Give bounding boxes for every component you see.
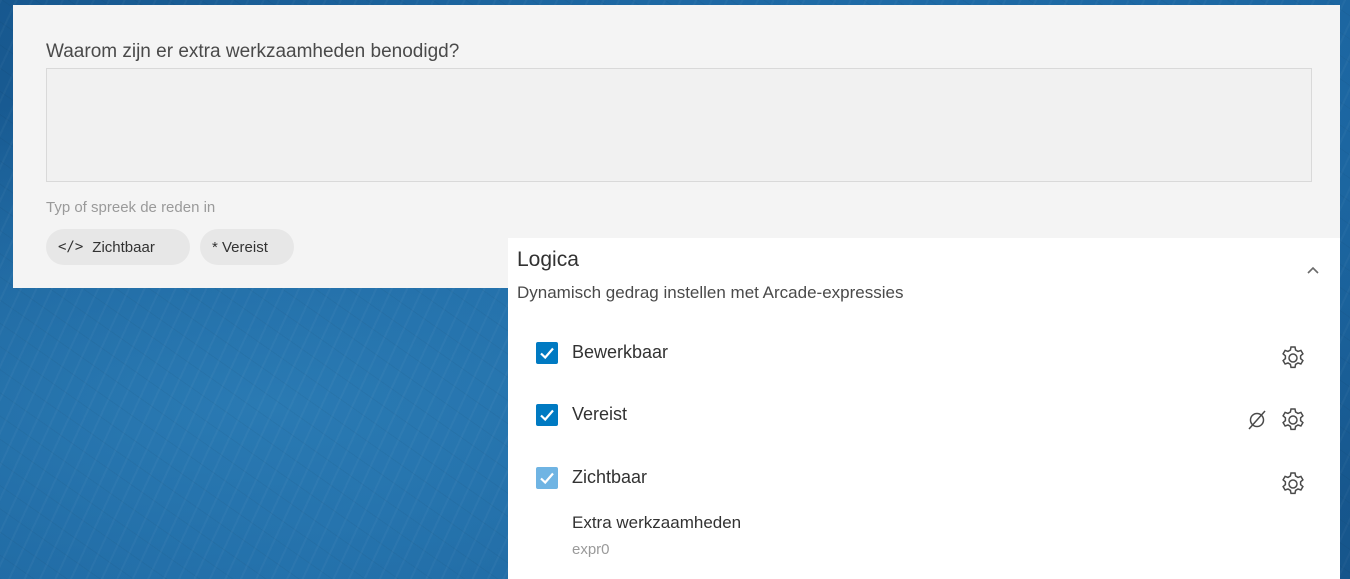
expression-name[interactable]: Extra werkzaamheden bbox=[572, 513, 741, 533]
required-chip[interactable]: * Vereist bbox=[200, 229, 294, 265]
gear-icon[interactable] bbox=[1280, 471, 1306, 497]
gear-icon[interactable] bbox=[1280, 345, 1306, 371]
editable-checkbox[interactable] bbox=[536, 342, 558, 364]
no-symbol-icon[interactable] bbox=[1246, 409, 1268, 431]
question-textarea[interactable] bbox=[46, 68, 1312, 182]
visible-checkbox[interactable] bbox=[536, 467, 558, 489]
gear-icon[interactable] bbox=[1280, 407, 1306, 433]
code-icon: </> bbox=[58, 239, 84, 255]
expression-id: expr0 bbox=[572, 541, 610, 558]
required-checkbox[interactable] bbox=[536, 404, 558, 426]
visible-chip-label: Zichtbaar bbox=[92, 238, 155, 256]
required-label: Vereist bbox=[572, 404, 628, 424]
logic-subtitle: Dynamisch gedrag instellen met Arcade-ex… bbox=[517, 283, 904, 302]
question-hint: Typ of spreek de reden in bbox=[46, 199, 216, 216]
editable-label: Bewerkbaar bbox=[572, 342, 669, 362]
visible-label: Zichtbaar bbox=[572, 467, 648, 487]
logic-title: Logica bbox=[517, 248, 579, 271]
logic-panel: Logica Dynamisch gedrag instellen met Ar… bbox=[508, 238, 1340, 579]
visible-chip[interactable]: </> Zichtbaar bbox=[46, 229, 190, 265]
required-chip-label: * Vereist bbox=[212, 238, 268, 256]
chevron-up-icon[interactable] bbox=[1304, 262, 1322, 280]
question-label: Waarom zijn er extra werkzaamheden benod… bbox=[46, 41, 460, 62]
